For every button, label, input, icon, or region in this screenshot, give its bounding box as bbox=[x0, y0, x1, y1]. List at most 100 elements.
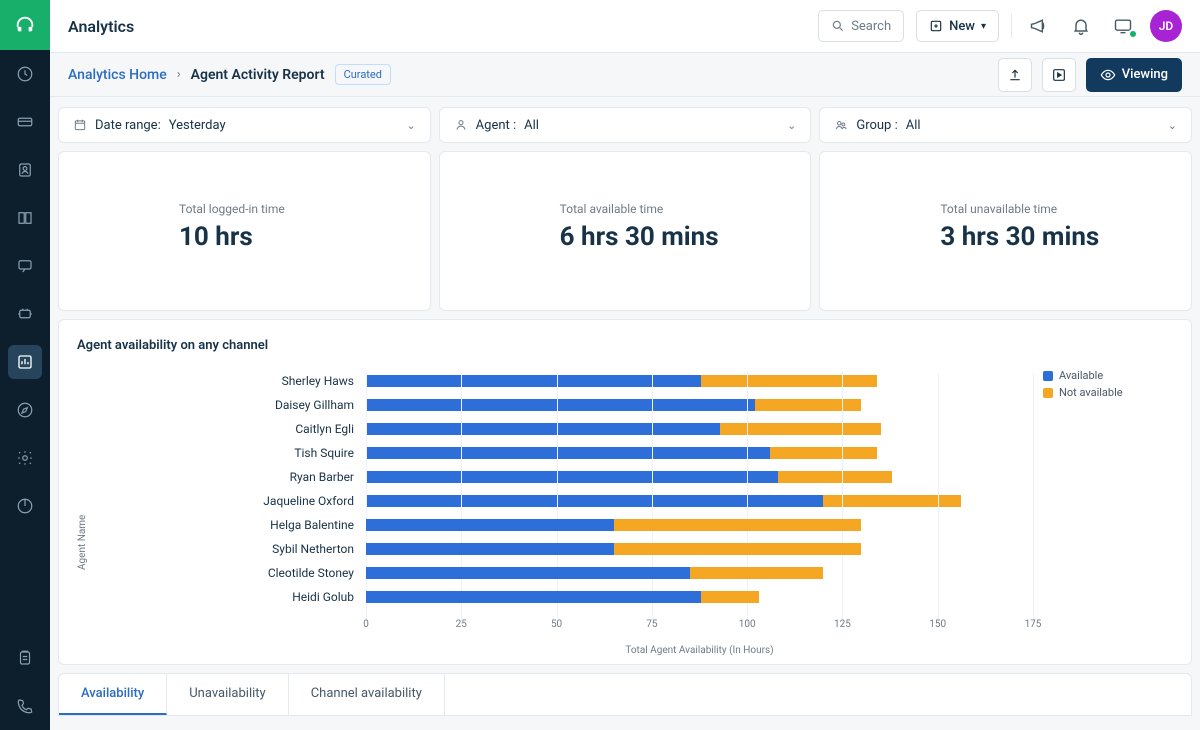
filter-value: All bbox=[524, 118, 539, 133]
group-filter[interactable]: Group : All ⌄ bbox=[819, 107, 1192, 143]
bar-segment bbox=[366, 591, 701, 603]
freshdesk-status-icon[interactable] bbox=[1108, 11, 1138, 41]
present-button[interactable] bbox=[1042, 58, 1076, 92]
axis-tick: 100 bbox=[739, 619, 756, 630]
legend-swatch bbox=[1043, 388, 1053, 398]
bar-track bbox=[366, 543, 1033, 555]
bar-label: Sybil Netherton bbox=[96, 542, 366, 556]
search-icon bbox=[831, 19, 845, 33]
bar-label: Daisey Gillham bbox=[96, 398, 366, 412]
axis-tick: 125 bbox=[834, 619, 851, 630]
chevron-down-icon: ▾ bbox=[981, 21, 986, 32]
settings-icon[interactable] bbox=[8, 441, 42, 475]
divider bbox=[1011, 14, 1012, 38]
bar-segment bbox=[614, 519, 862, 531]
filter-label: Agent : bbox=[476, 118, 516, 133]
chart-title: Agent availability on any channel bbox=[77, 338, 1173, 353]
legend-label: Not available bbox=[1059, 386, 1123, 399]
tab-unavailability[interactable]: Unavailability bbox=[167, 674, 288, 715]
apps-icon[interactable] bbox=[8, 489, 42, 523]
bar-label: Sherley Haws bbox=[96, 374, 366, 388]
bar-track bbox=[366, 591, 1033, 603]
legend-item: Not available bbox=[1043, 386, 1173, 399]
bar-track bbox=[366, 495, 1033, 507]
stat-value: 3 hrs 30 mins bbox=[940, 222, 1167, 252]
stat-card: Total available time6 hrs 30 mins bbox=[439, 151, 812, 311]
new-button[interactable]: New ▾ bbox=[916, 10, 999, 42]
solutions-icon[interactable] bbox=[8, 201, 42, 235]
export-button[interactable] bbox=[998, 58, 1032, 92]
filter-label: Date range: bbox=[95, 118, 161, 133]
bar-segment bbox=[701, 591, 758, 603]
legend-swatch bbox=[1043, 371, 1053, 381]
chart-legend: Available Not available bbox=[1033, 369, 1173, 656]
sidebar bbox=[0, 0, 50, 730]
new-label: New bbox=[949, 19, 975, 34]
bar-segment bbox=[690, 567, 823, 579]
stat-label: Total logged-in time bbox=[179, 202, 406, 216]
bar-segment bbox=[366, 567, 690, 579]
calendar-icon bbox=[73, 118, 87, 132]
play-box-icon bbox=[1051, 67, 1067, 83]
legend-label: Available bbox=[1059, 369, 1103, 382]
agent-filter[interactable]: Agent : All ⌄ bbox=[439, 107, 812, 143]
bot-icon[interactable] bbox=[8, 297, 42, 331]
bar-label: Ryan Barber bbox=[96, 470, 366, 484]
tab-channel-availability[interactable]: Channel availability bbox=[289, 674, 445, 715]
brand-logo[interactable] bbox=[0, 0, 50, 50]
axis-tick: 0 bbox=[363, 619, 369, 630]
tabs: AvailabilityUnavailabilityChannel availa… bbox=[58, 673, 1192, 716]
axis-tick: 175 bbox=[1025, 619, 1042, 630]
viewing-label: Viewing bbox=[1122, 67, 1168, 82]
chevron-down-icon: ⌄ bbox=[787, 119, 796, 132]
dashboard-icon[interactable] bbox=[8, 57, 42, 91]
bar-label: Jaqueline Oxford bbox=[96, 494, 366, 508]
stat-card: Total logged-in time10 hrs bbox=[58, 151, 431, 311]
chat-icon[interactable] bbox=[8, 249, 42, 283]
curated-badge: Curated bbox=[335, 64, 391, 85]
phone-icon[interactable] bbox=[8, 689, 42, 723]
viewing-button[interactable]: Viewing bbox=[1086, 58, 1182, 92]
page-title: Analytics bbox=[68, 17, 134, 36]
chart-xlabel: Total Agent Availability (In Hours) bbox=[96, 645, 1033, 656]
explore-icon[interactable] bbox=[8, 393, 42, 427]
chevron-down-icon: ⌄ bbox=[1168, 119, 1177, 132]
search-placeholder: Search bbox=[851, 19, 891, 34]
chart-plot: Sherley HawsDaisey GillhamCaitlyn EgliTi… bbox=[96, 369, 1033, 609]
breadcrumb-current: Agent Activity Report bbox=[191, 67, 325, 83]
axis-tick: 75 bbox=[646, 619, 657, 630]
chevron-down-icon: ⌄ bbox=[406, 119, 415, 132]
bar-label: Tish Squire bbox=[96, 446, 366, 460]
search-button[interactable]: Search bbox=[818, 10, 904, 42]
axis-tick: 150 bbox=[929, 619, 946, 630]
bar-label: Cleotilde Stoney bbox=[96, 566, 366, 580]
analytics-icon[interactable] bbox=[8, 345, 42, 379]
bar-label: Helga Balentine bbox=[96, 518, 366, 532]
avatar[interactable]: JD bbox=[1150, 10, 1182, 42]
filter-value: All bbox=[906, 118, 921, 133]
chevron-right-icon: › bbox=[177, 67, 181, 82]
stats-row: Total logged-in time10 hrsTotal availabl… bbox=[58, 151, 1192, 311]
upload-icon bbox=[1007, 67, 1023, 83]
tab-availability[interactable]: Availability bbox=[59, 674, 167, 715]
breadcrumb-home[interactable]: Analytics Home bbox=[68, 67, 167, 83]
chart-ylabel: Agent Name bbox=[77, 369, 88, 656]
date-range-filter[interactable]: Date range: Yesterday ⌄ bbox=[58, 107, 431, 143]
bar-track bbox=[366, 567, 1033, 579]
clipboard-icon[interactable] bbox=[8, 641, 42, 675]
tickets-icon[interactable] bbox=[8, 105, 42, 139]
filter-label: Group : bbox=[856, 118, 897, 133]
bell-icon[interactable] bbox=[1066, 11, 1096, 41]
megaphone-icon[interactable] bbox=[1024, 11, 1054, 41]
topbar: Analytics Search New ▾ JD bbox=[50, 0, 1200, 53]
breadcrumb-bar: Analytics Home › Agent Activity Report C… bbox=[50, 53, 1200, 97]
axis-tick: 50 bbox=[551, 619, 562, 630]
bar-label: Heidi Golub bbox=[96, 590, 366, 604]
chart-bar-row: Jaqueline Oxford bbox=[96, 489, 1033, 513]
stat-card: Total unavailable time 3 hrs 30 mins bbox=[819, 151, 1192, 311]
user-icon bbox=[454, 118, 468, 132]
stat-label: Total available time bbox=[560, 202, 787, 216]
contacts-icon[interactable] bbox=[8, 153, 42, 187]
axis-tick: 25 bbox=[456, 619, 467, 630]
stat-label: Total unavailable time bbox=[940, 202, 1167, 216]
